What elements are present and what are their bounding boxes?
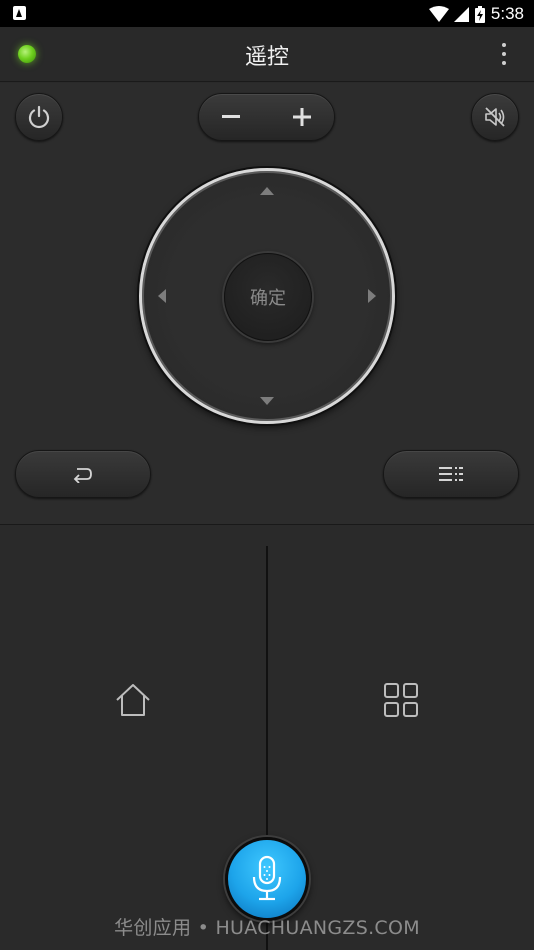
battery-charging-icon <box>474 5 485 23</box>
watermark-text: 华创应用 • HUACHUANGZS.COM <box>114 917 420 939</box>
plus-icon <box>293 108 311 126</box>
dpad-down-button[interactable] <box>257 391 277 411</box>
power-button[interactable] <box>15 93 63 141</box>
signal-icon <box>453 6 469 22</box>
app-header: 遥控 <box>0 27 534 82</box>
menu-button[interactable] <box>383 450 519 498</box>
microphone-icon <box>252 855 282 901</box>
menu-list-icon <box>439 467 463 481</box>
status-time: 5:38 <box>490 4 524 23</box>
minus-icon <box>222 115 240 118</box>
volume-down-button[interactable] <box>201 94 261 140</box>
more-vertical-icon[interactable] <box>498 41 510 67</box>
dpad-up-button[interactable] <box>257 181 277 201</box>
control-panel: 确定 <box>0 83 534 525</box>
bottom-panel: 华创应用 • HUACHUANGZS.COM <box>0 526 534 950</box>
back-button[interactable] <box>15 450 151 498</box>
volume-control <box>198 93 335 141</box>
ok-button[interactable]: 确定 <box>224 253 312 341</box>
grid-icon <box>384 683 418 717</box>
home-icon <box>116 684 150 716</box>
notification-a-icon <box>13 6 26 20</box>
voice-button[interactable] <box>225 837 309 921</box>
arrow-down-icon <box>260 397 274 405</box>
page-title: 遥控 <box>244 45 289 70</box>
status-icons: 5:38 <box>428 3 524 25</box>
arrow-left-icon <box>158 289 166 303</box>
arrow-right-icon <box>368 289 376 303</box>
mute-button[interactable] <box>471 93 519 141</box>
wifi-icon <box>428 6 449 22</box>
dpad-right-button[interactable] <box>362 286 382 306</box>
volume-mute-icon <box>485 107 505 127</box>
volume-up-button[interactable] <box>272 94 332 140</box>
dpad: 确定 <box>139 168 395 424</box>
arrow-up-icon <box>260 187 274 195</box>
dpad-left-button[interactable] <box>152 286 172 306</box>
power-icon <box>28 105 50 129</box>
status-bar: 5:38 <box>0 0 534 27</box>
back-icon <box>73 468 92 483</box>
